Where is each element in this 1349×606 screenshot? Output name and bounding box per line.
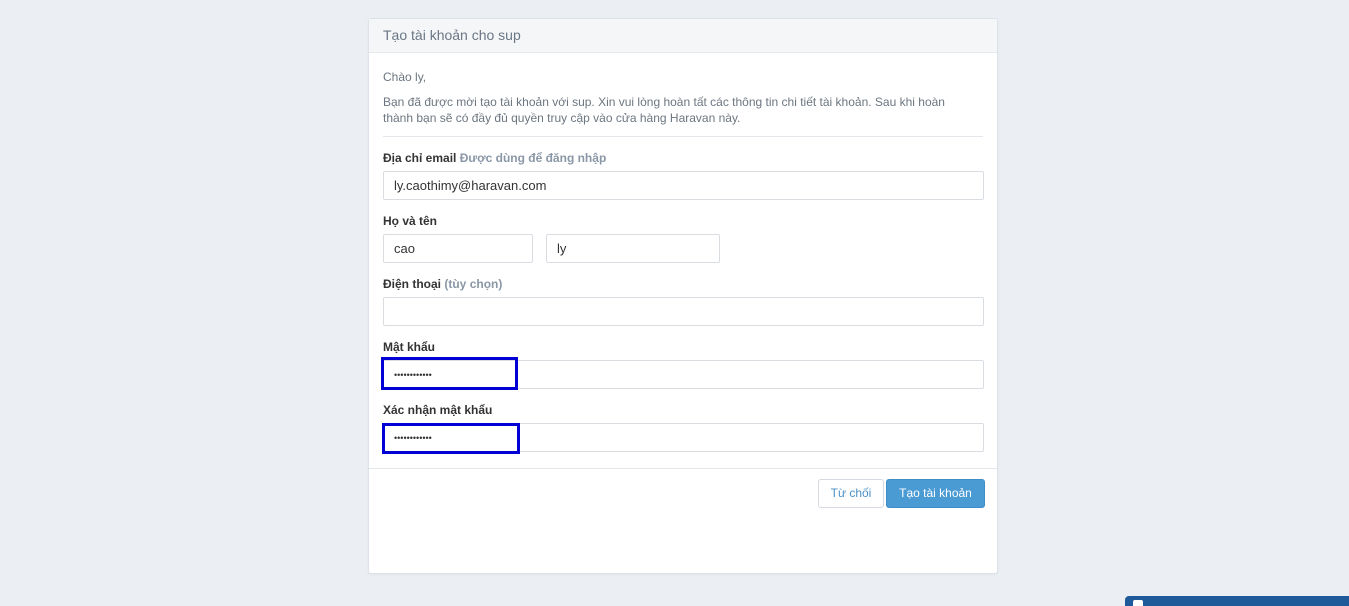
card-title: Tạo tài khoản cho sup [369, 19, 997, 53]
email-group: Địa chỉ email Được dùng để đăng nhập [383, 150, 984, 200]
phone-label: Điện thoại (tùy chọn) [383, 276, 983, 292]
create-account-button[interactable]: Tạo tài khoản [886, 479, 985, 508]
password-label: Mật khẩu [383, 340, 436, 354]
email-label-text: Địa chỉ email [383, 151, 457, 165]
phone-label-text: Điện thoại [383, 277, 442, 291]
phone-hint: (tùy chọn) [444, 277, 503, 291]
password-group: Mật khẩu •••••••••••• [381, 339, 984, 390]
name-label: Họ và tên [383, 214, 438, 228]
divider [383, 136, 983, 137]
greeting-text: Chào ly, [383, 70, 427, 84]
email-hint: Được dùng để đăng nhập [459, 151, 607, 165]
last-name-field[interactable] [546, 234, 720, 263]
card-body: Chào ly, Bạn đã được mời tạo tài khoản v… [369, 53, 997, 454]
phone-group: Điện thoại (tùy chọn) [383, 276, 984, 326]
confirm-password-field[interactable] [383, 423, 984, 452]
chat-icon [1133, 600, 1143, 606]
create-account-card: Tạo tài khoản cho sup Chào ly, Bạn đã đư… [368, 18, 998, 574]
phone-field[interactable] [383, 297, 984, 326]
footer-divider [369, 468, 997, 469]
email-field[interactable] [383, 171, 984, 200]
name-group: Họ và tên [383, 213, 983, 263]
decline-button[interactable]: Từ chối [818, 479, 884, 508]
confirm-password-label: Xác nhận mật khẩu [383, 403, 493, 417]
first-name-field[interactable] [383, 234, 533, 263]
chat-widget-tab[interactable] [1125, 596, 1349, 606]
confirm-password-group: Xác nhận mật khẩu •••••••••••• [382, 402, 984, 454]
invitation-message: Bạn đã được mời tạo tài khoản với sup. X… [383, 95, 945, 125]
password-field[interactable] [383, 360, 984, 389]
email-label: Địa chỉ email Được dùng để đăng nhập [383, 150, 983, 166]
